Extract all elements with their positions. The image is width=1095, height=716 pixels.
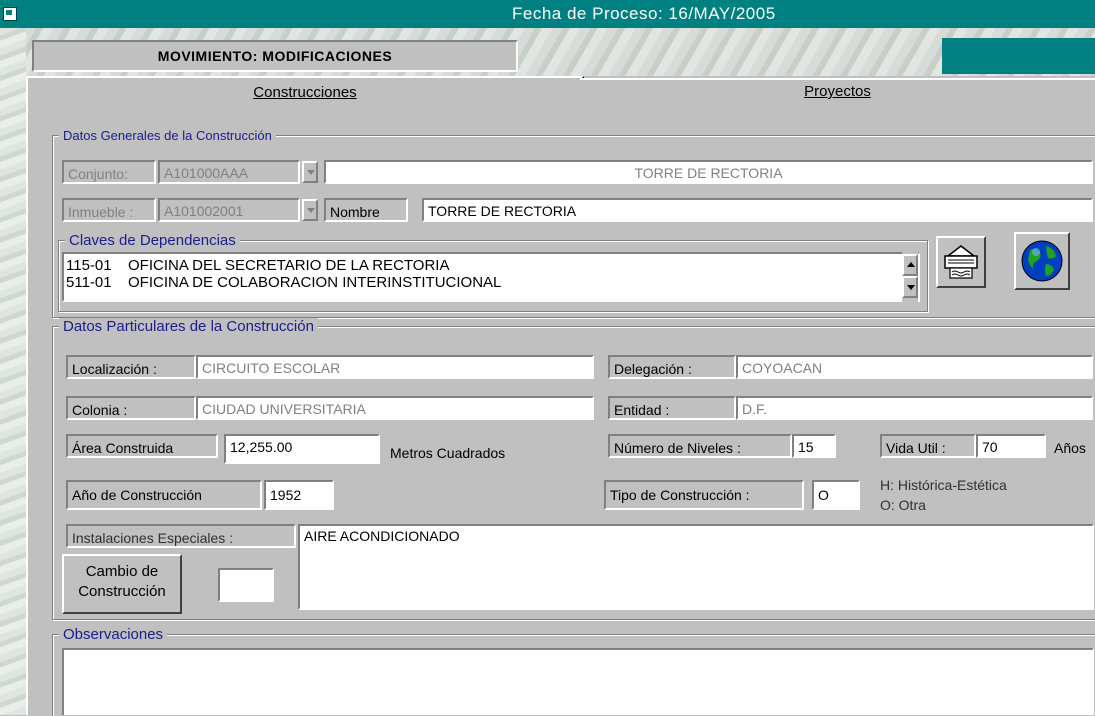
print-button[interactable]	[936, 236, 986, 288]
tab-strip: Construcciones Proyectos	[26, 76, 1095, 108]
list-item[interactable]: 115-01 OFICINA DEL SECRETARIO DE LA RECTO…	[66, 257, 918, 274]
cambio-line-1: Cambio de	[85, 563, 159, 580]
tipo-construccion-label: Tipo de Construcción :	[604, 480, 804, 510]
claves-legend: Claves de Dependencias	[65, 232, 240, 249]
construcciones-panel: Datos Generales de la Construcción Conju…	[26, 106, 1095, 716]
tab-proyectos[interactable]: Proyectos	[580, 78, 1095, 108]
title-bar: Fecha de Proceso: 16/MAY/2005	[0, 0, 1095, 28]
localizacion-field[interactable]: CIRCUITO ESCOLAR	[196, 355, 594, 379]
claves-list[interactable]: 115-01 OFICINA DEL SECRETARIO DE LA RECTO…	[62, 252, 920, 302]
claves-scrollbar[interactable]	[902, 252, 918, 302]
inmueble-label: Inmueble :	[62, 198, 156, 222]
scroll-down-icon[interactable]	[902, 276, 918, 298]
instalaciones-field[interactable]: AIRE ACONDICIONADO	[298, 524, 1094, 610]
tab-proyectos-label: Proyectos	[804, 83, 871, 100]
datos-generales-legend: Datos Generales de la Construcción	[59, 128, 276, 143]
globe-icon	[1021, 240, 1063, 282]
observaciones-field[interactable]	[62, 648, 1094, 715]
tab-construcciones[interactable]: Construcciones	[26, 76, 584, 108]
area-label: Área Construida	[66, 434, 218, 458]
observaciones-legend: Observaciones	[59, 626, 168, 643]
cambio-line-2: Construcción	[78, 583, 166, 600]
printer-icon	[944, 245, 978, 279]
cambio-construccion-field[interactable]	[218, 568, 274, 602]
anio-label: Año de Construcción	[66, 480, 262, 510]
conjunto-dropdown-icon[interactable]	[302, 161, 318, 183]
scroll-up-icon[interactable]	[902, 254, 918, 276]
list-item[interactable]: 511-01 OFICINA DE COLABORACION INTERINSTI…	[66, 274, 918, 291]
datos-particulares-legend: Datos Particulares de la Construcción	[59, 318, 318, 335]
nombre-label: Nombre	[324, 198, 408, 222]
delegacion-field[interactable]: COYOACAN	[736, 355, 1093, 379]
tipo-legend-historica: H: Histórica-Estética	[880, 477, 1007, 493]
tipo-construccion-field[interactable]: O	[812, 480, 860, 510]
conjunto-description: TORRE DE RECTORIA	[324, 160, 1093, 184]
colonia-field[interactable]: CIUDAD UNIVERSITARIA	[196, 396, 594, 420]
anio-field[interactable]: 1952	[264, 480, 334, 510]
inmueble-dropdown-icon[interactable]	[302, 199, 318, 221]
tipo-legend-otra: O: Otra	[880, 497, 926, 513]
instalaciones-label: Instalaciones Especiales :	[66, 524, 296, 548]
clave-code: 115-01	[66, 257, 112, 274]
globe-button[interactable]	[1014, 232, 1070, 290]
clave-name: OFICINA DE COLABORACION INTERINSTITUCION…	[128, 274, 502, 291]
clave-code: 511-01	[66, 274, 112, 291]
area-unit: Metros Cuadrados	[390, 445, 506, 461]
inmueble-select[interactable]: A101002001	[158, 198, 300, 222]
delegacion-label: Delegación :	[608, 355, 736, 379]
cambio-construccion-button[interactable]: Cambio de Construcción	[62, 554, 182, 614]
conjunto-label: Conjunto:	[62, 160, 156, 184]
localizacion-label: Localización :	[66, 355, 196, 379]
entidad-label: Entidad :	[608, 396, 736, 420]
niveles-label: Número de Niveles :	[608, 434, 792, 458]
teal-panel	[942, 38, 1095, 74]
niveles-field[interactable]: 15	[792, 434, 836, 458]
tab-construcciones-label: Construcciones	[253, 84, 357, 101]
entidad-field[interactable]: D.F.	[736, 396, 1093, 420]
window-title: Fecha de Proceso: 16/MAY/2005	[512, 4, 776, 23]
vida-util-field[interactable]: 70	[976, 434, 1046, 458]
vida-util-unit: Años	[1054, 440, 1086, 456]
nombre-field[interactable]: TORRE DE RECTORIA	[422, 198, 1093, 222]
clave-name: OFICINA DEL SECRETARIO DE LA RECTORIA	[128, 257, 450, 274]
colonia-label: Colonia :	[66, 396, 196, 420]
conjunto-select[interactable]: A101000AAA	[158, 160, 300, 184]
vida-util-label: Vida Util :	[880, 434, 976, 458]
app-icon[interactable]	[3, 7, 17, 21]
movimiento-label: MOVIMIENTO: MODIFICACIONES	[32, 40, 518, 72]
area-field[interactable]: 12,255.00	[224, 434, 380, 464]
